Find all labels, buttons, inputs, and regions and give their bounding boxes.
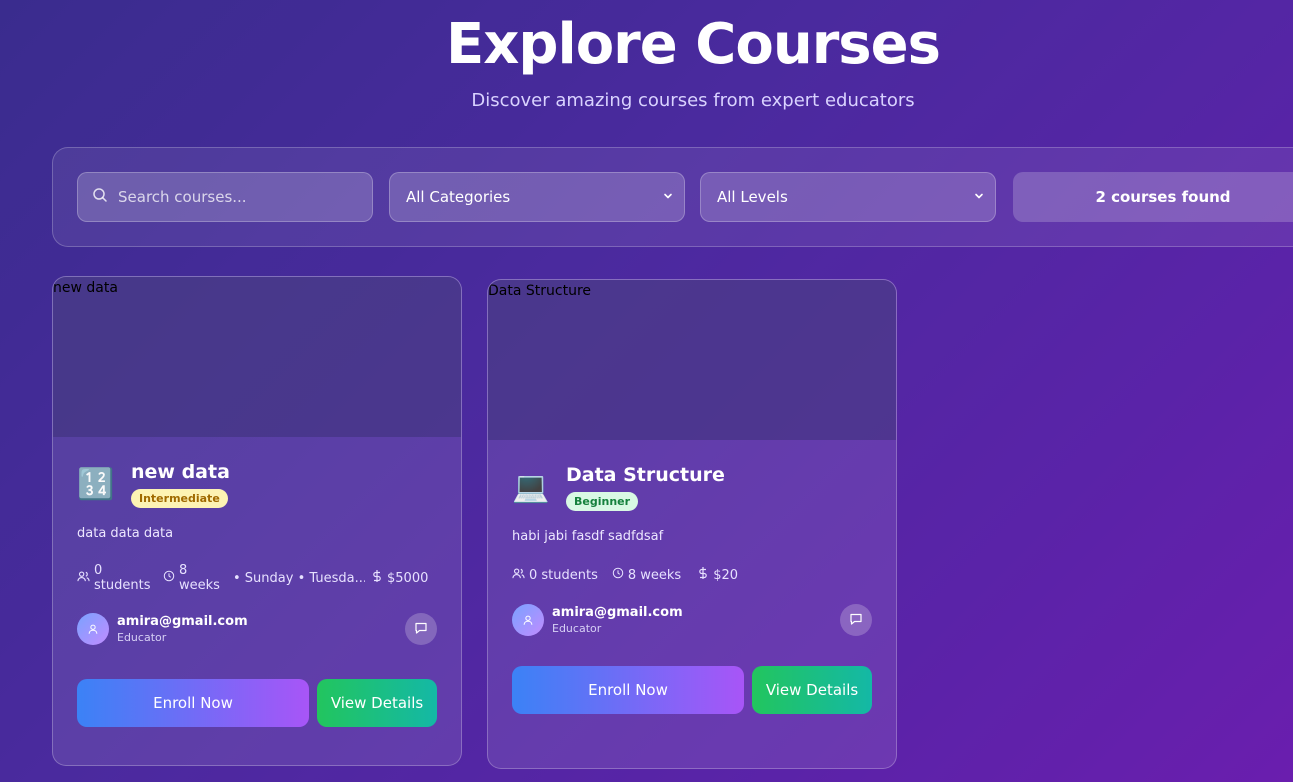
user-icon: [522, 611, 534, 630]
filter-bar: All Categories All Levels 2 courses foun…: [52, 147, 1293, 247]
course-thumbnail-label: new data: [53, 280, 118, 296]
course-title: new data: [131, 461, 230, 483]
course-meta: 0 students 8 weeks • Sunday • Tuesda... …: [77, 563, 437, 593]
price-meta: $20: [697, 566, 738, 584]
message-button[interactable]: [840, 604, 872, 636]
message-icon: [849, 611, 863, 630]
course-thumbnail: Data Structure: [488, 280, 896, 440]
course-thumbnail: new data: [53, 277, 461, 437]
level-select[interactable]: All Levels: [700, 172, 996, 222]
course-thumbnail-label: Data Structure: [488, 283, 592, 299]
educator-info: amira@gmail.com Educator: [77, 613, 437, 645]
course-description: data data data: [77, 526, 174, 541]
search-icon: [92, 187, 108, 207]
course-meta: 0 students 8 weeks $20: [512, 566, 872, 584]
clock-icon: [612, 567, 628, 583]
view-details-button[interactable]: View Details: [752, 666, 872, 714]
duration-meta: 8 weeks: [163, 563, 233, 593]
users-icon: [512, 567, 529, 584]
duration-meta: 8 weeks: [612, 567, 681, 583]
students-meta: 0 students: [512, 567, 598, 584]
course-card: Data Structure 💻 Data Structure Beginner…: [487, 279, 897, 769]
level-badge: Intermediate: [131, 489, 228, 508]
level-select-value: All Levels: [717, 188, 788, 206]
page-title: Explore Courses: [446, 12, 941, 77]
dollar-icon: [371, 569, 387, 587]
educator-email: amira@gmail.com: [552, 605, 683, 620]
chevron-down-icon: [662, 188, 674, 206]
course-description: habi jabi fasdf sadfdsaf: [512, 529, 664, 544]
message-icon: [414, 620, 428, 639]
price-meta: $5000: [371, 569, 428, 587]
clock-icon: [163, 570, 179, 586]
course-title: Data Structure: [566, 464, 725, 486]
avatar: [77, 613, 109, 645]
educator-email: amira@gmail.com: [117, 614, 248, 629]
course-card: new data 🔢 new data Intermediate data da…: [52, 276, 462, 766]
schedule-meta: • Sunday • Tuesda...: [233, 570, 365, 586]
level-badge: Beginner: [566, 492, 639, 511]
category-select[interactable]: All Categories: [389, 172, 685, 222]
students-meta: 0 students: [77, 563, 163, 593]
users-icon: [77, 570, 94, 587]
educator-role: Educator: [552, 622, 602, 635]
search-box[interactable]: [77, 172, 373, 222]
dollar-icon: [697, 566, 713, 584]
chevron-down-icon: [973, 188, 985, 206]
results-count: 2 courses found: [1013, 172, 1293, 222]
course-emoji-icon: 🔢: [77, 467, 115, 502]
view-details-button[interactable]: View Details: [317, 679, 437, 727]
user-icon: [87, 620, 99, 639]
educator-role: Educator: [117, 631, 167, 644]
search-input[interactable]: [118, 188, 372, 206]
message-button[interactable]: [405, 613, 437, 645]
course-emoji-icon: 💻: [512, 470, 550, 505]
enroll-button[interactable]: Enroll Now: [77, 679, 309, 727]
avatar: [512, 604, 544, 636]
enroll-button[interactable]: Enroll Now: [512, 666, 744, 714]
page-subtitle: Discover amazing courses from expert edu…: [471, 90, 915, 111]
category-select-value: All Categories: [406, 188, 511, 206]
educator-info: amira@gmail.com Educator: [512, 604, 872, 636]
